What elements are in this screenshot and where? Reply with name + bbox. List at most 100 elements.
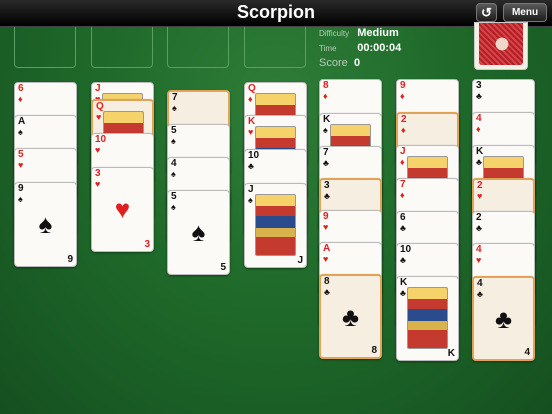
card-suit-small: ♥ (248, 127, 254, 137)
stock-pile[interactable] (474, 22, 528, 70)
card-suit-small: ♦ (400, 91, 405, 101)
foundation-slot-2[interactable] (91, 27, 153, 68)
card-suit-small: ♣ (400, 288, 406, 298)
card-suit-small: ♠ (18, 127, 23, 137)
card-rank-label: 7 (172, 92, 178, 103)
difficulty-label: Difficulty (319, 29, 350, 38)
card-suit-pip: ♣ (494, 304, 513, 334)
foundation-slot-4[interactable] (244, 27, 306, 68)
card-col4-row4[interactable]: J ♠ J (244, 183, 307, 268)
title-bar: Scorpion ↺ Menu (0, 0, 552, 27)
card-rank-label: K (323, 114, 331, 125)
undo-button[interactable]: ↺ (476, 3, 497, 22)
foundation-slot-3[interactable] (167, 27, 229, 68)
card-rank-label: 4 (171, 158, 177, 169)
card-suit-small: ♥ (476, 255, 482, 265)
card-col5-row7[interactable]: 8 ♣ ♣ 8 (319, 274, 382, 359)
card-rank-label: 7 (323, 147, 329, 158)
card-suit-small: ♥ (18, 160, 24, 170)
card-rank-label: 6 (18, 83, 24, 94)
card-rank-label: 9 (18, 183, 24, 194)
card-col3-row4[interactable]: 5 ♠ ♠ 5 (167, 190, 230, 275)
face-card-art (407, 287, 448, 349)
card-suit-pip: ♠ (38, 209, 53, 239)
time-row: Time 00:00:04 (319, 42, 401, 54)
card-rank-label: 3 (476, 80, 482, 91)
time-label: Time (319, 44, 337, 53)
card-suit-small: ♦ (400, 157, 405, 167)
foundation-slot-1[interactable] (14, 27, 76, 68)
card-suit-small: ♣ (323, 158, 329, 168)
card-rank-label: A (323, 243, 331, 254)
card-suit-small: ♥ (477, 191, 483, 201)
face-card-art (255, 194, 296, 256)
card-rank-label: 6 (400, 212, 406, 223)
card-rank-label: K (400, 277, 408, 288)
card-rank-label: 5 (18, 149, 24, 160)
card-col6-row7[interactable]: K ♣ K (396, 276, 459, 361)
card-rank-label: 4 (477, 278, 483, 289)
card-suit-small: ♠ (171, 202, 176, 212)
card-suit-small: ♣ (400, 223, 406, 233)
card-rank-label-bottom: 4 (524, 347, 530, 358)
card-suit-small: ♠ (248, 195, 253, 205)
card-rank-label: 3 (324, 180, 330, 191)
card-suit-small: ♠ (172, 103, 177, 113)
card-rank-label-bottom: 9 (67, 254, 73, 265)
card-rank-label: K (248, 116, 256, 127)
card-rank-label: K (476, 146, 484, 157)
card-suit-small: ♣ (400, 255, 406, 265)
card-suit-pip: ♣ (341, 302, 360, 332)
card-rank-label: 5 (171, 125, 177, 136)
card-rank-label: 4 (476, 244, 482, 255)
card-col1-row4[interactable]: 9 ♠ ♠ 9 (14, 182, 77, 267)
card-suit-small: ♦ (248, 94, 253, 104)
card-suit-small: ♥ (95, 179, 101, 189)
card-rank-label: J (400, 146, 406, 157)
card-rank-label: 2 (476, 212, 482, 223)
card-suit-small: ♣ (324, 287, 330, 297)
card-suit-pip: ♠ (191, 217, 206, 247)
time-value: 00:00:04 (357, 42, 402, 54)
card-rank-label: J (95, 83, 101, 94)
card-suit-small: ♦ (18, 94, 23, 104)
card-rank-label: J (248, 184, 254, 195)
card-rank-label: 10 (400, 244, 412, 255)
card-suit-small: ♦ (323, 91, 328, 101)
card-rank-label: 5 (171, 191, 177, 202)
card-suit-small: ♥ (96, 112, 102, 122)
card-rank-label: A (18, 116, 26, 127)
card-col7-row7[interactable]: 4 ♣ ♣ 4 (472, 276, 535, 361)
card-rank-label: 9 (323, 211, 329, 222)
card-suit-small: ♥ (323, 254, 329, 264)
card-suit-small: ♠ (323, 125, 328, 135)
card-suit-small: ♠ (18, 194, 23, 204)
card-rank-label: 9 (400, 80, 406, 91)
card-rank-label: 8 (323, 80, 329, 91)
undo-icon: ↺ (481, 4, 492, 20)
card-suit-small: ♣ (324, 191, 330, 201)
card-rank-label: Q (248, 83, 256, 94)
card-suit-pip: ♥ (114, 194, 131, 224)
card-rank-label-bottom: 8 (371, 345, 377, 356)
card-rank-label: 8 (324, 276, 330, 287)
card-suit-small: ♠ (171, 136, 176, 146)
card-suit-small: ♣ (477, 289, 483, 299)
card-rank-label: 10 (95, 134, 107, 145)
card-rank-label: 2 (477, 180, 483, 191)
card-rank-label-bottom: J (297, 255, 303, 266)
card-rank-label: 10 (248, 150, 260, 161)
card-col2-row4[interactable]: 3 ♥ ♥ 3 (91, 167, 154, 252)
card-rank-label-bottom: 5 (220, 262, 226, 273)
card-rank-label: 7 (400, 179, 406, 190)
card-suit-small: ♦ (401, 125, 406, 135)
card-suit-small: ♣ (476, 157, 482, 167)
card-rank-label: 2 (401, 114, 407, 125)
card-suit-small: ♣ (248, 161, 254, 171)
card-suit-small: ♥ (95, 145, 101, 155)
card-rank-label: Q (96, 101, 104, 112)
score-value: 0 (353, 57, 361, 69)
score-row: Score 0 (319, 57, 360, 69)
menu-button[interactable]: Menu (503, 3, 547, 22)
card-suit-small: ♣ (476, 223, 482, 233)
